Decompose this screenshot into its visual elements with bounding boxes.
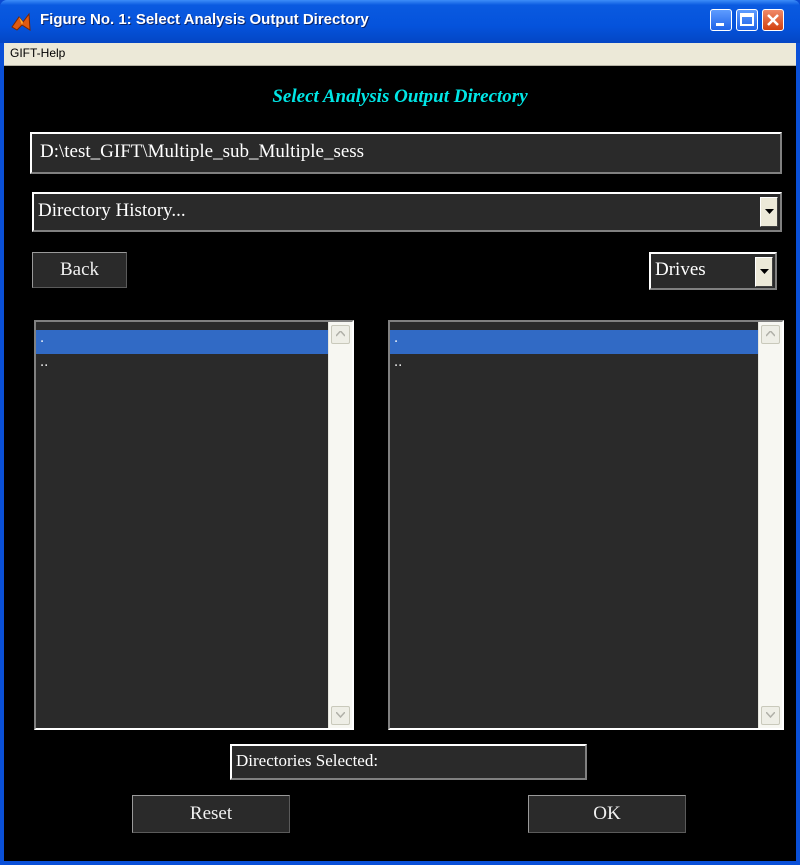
scroll-up-icon[interactable]	[331, 325, 350, 344]
list-item[interactable]: .	[390, 330, 758, 354]
window-border-bottom	[0, 861, 800, 865]
close-button[interactable]	[762, 9, 784, 31]
title-bar[interactable]: Figure No. 1: Select Analysis Output Dir…	[0, 0, 800, 43]
scroll-down-icon[interactable]	[761, 706, 780, 725]
drives-value: Drives	[655, 259, 706, 280]
minimize-button[interactable]	[710, 9, 732, 31]
chevron-down-icon[interactable]	[760, 197, 778, 227]
left-directory-list[interactable]: . ..	[34, 320, 354, 730]
menu-gift-help[interactable]: GIFT-Help	[10, 46, 65, 60]
list-item[interactable]: ..	[36, 354, 328, 378]
directories-selected-field: Directories Selected:	[230, 744, 587, 780]
menu-bar: GIFT-Help	[4, 43, 796, 66]
back-button[interactable]: Back	[32, 252, 127, 288]
dialog-heading: Select Analysis Output Directory	[272, 86, 528, 107]
window-border-left	[0, 43, 4, 865]
figure-content: Select Analysis Output Directory D:\test…	[4, 66, 796, 861]
window-title: Figure No. 1: Select Analysis Output Dir…	[40, 11, 369, 28]
vertical-scrollbar[interactable]	[758, 322, 782, 728]
list-item[interactable]: .	[36, 330, 328, 354]
vertical-scrollbar[interactable]	[328, 322, 352, 728]
list-item[interactable]: ..	[390, 354, 758, 378]
maximize-button[interactable]	[736, 9, 758, 31]
reset-button[interactable]: Reset	[132, 795, 290, 833]
ok-button[interactable]: OK	[528, 795, 686, 833]
drives-dropdown[interactable]: Drives	[649, 252, 777, 290]
scroll-up-icon[interactable]	[761, 325, 780, 344]
right-directory-list[interactable]: . ..	[388, 320, 784, 730]
directory-history-value: Directory History...	[38, 200, 186, 221]
directory-path-field[interactable]: D:\test_GIFT\Multiple_sub_Multiple_sess	[30, 132, 782, 174]
matlab-logo-icon	[10, 11, 32, 33]
scroll-down-icon[interactable]	[331, 706, 350, 725]
window-border-right	[796, 43, 800, 865]
chevron-down-icon[interactable]	[755, 257, 773, 287]
figure-window: Figure No. 1: Select Analysis Output Dir…	[0, 0, 800, 865]
directory-history-dropdown[interactable]: Directory History...	[32, 192, 782, 232]
